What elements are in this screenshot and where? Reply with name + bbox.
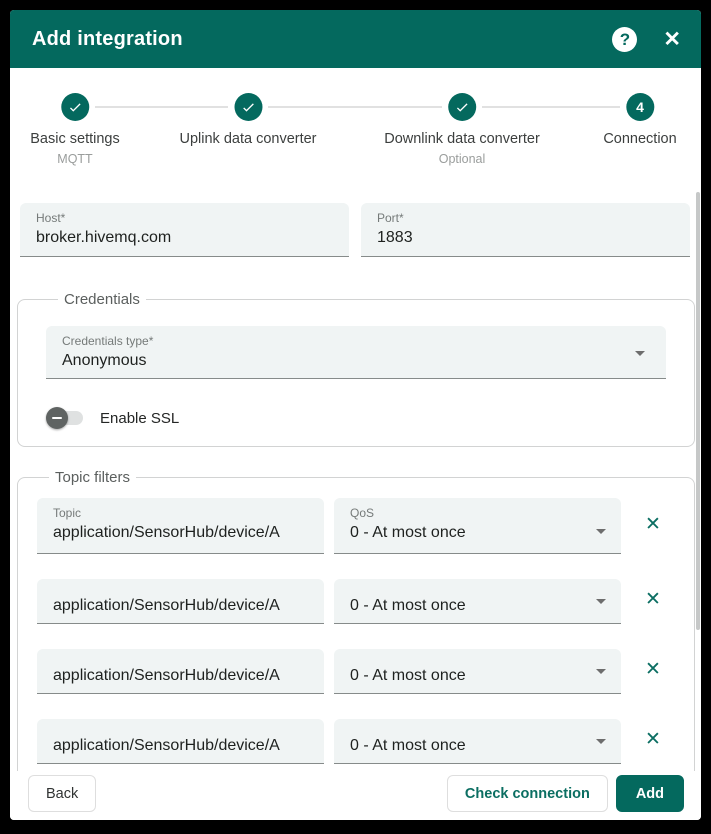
topic-filter-row: application/SensorHub/device/A 0 - At mo…	[37, 649, 675, 694]
chevron-down-icon	[596, 739, 606, 744]
topic-input[interactable]: application/SensorHub/device/A	[37, 719, 324, 764]
step-label: Connection	[603, 131, 677, 147]
host-label: Host*	[36, 211, 66, 225]
host-value: broker.hivemq.com	[36, 229, 172, 246]
topic-value: application/SensorHub/device/A	[53, 524, 280, 541]
step-label: Uplink data converter	[179, 131, 317, 147]
enable-ssl-row: Enable SSL	[46, 406, 666, 430]
chevron-down-icon	[596, 529, 606, 534]
qos-select[interactable]: 0 - At most once	[334, 719, 621, 764]
topic-label: Topic	[53, 506, 82, 520]
topic-input[interactable]: application/SensorHub/device/A	[37, 579, 324, 624]
port-value: 1883	[377, 229, 413, 246]
check-connection-button[interactable]: Check connection	[446, 775, 608, 812]
port-input[interactable]: Port* 1883	[361, 203, 690, 257]
stepper: Basic settings MQTT Uplink data converte…	[10, 68, 701, 190]
step-connection: 4 Connection	[603, 93, 677, 166]
port-label: Port*	[377, 211, 404, 225]
topic-filter-row: application/SensorHub/device/A 0 - At mo…	[37, 579, 675, 624]
credentials-type-value: Anonymous	[62, 352, 147, 369]
qos-value: 0 - At most once	[350, 667, 466, 684]
step-basic-settings: Basic settings MQTT	[30, 93, 120, 166]
topic-value: application/SensorHub/device/A	[53, 597, 280, 614]
add-button[interactable]: Add	[615, 775, 684, 812]
topic-filter-row: application/SensorHub/device/A 0 - At mo…	[37, 719, 675, 764]
vertical-scrollbar[interactable]	[696, 192, 700, 630]
chevron-down-icon	[596, 669, 606, 674]
toggle-knob-off-icon	[46, 407, 68, 429]
header-icons: ? ✕	[612, 26, 681, 52]
add-integration-dialog: Add integration ? ✕ Basic settings MQTT	[10, 10, 701, 820]
step-sublabel	[179, 152, 316, 166]
topic-value: application/SensorHub/device/A	[53, 737, 280, 754]
step-done-check-icon[interactable]	[233, 93, 262, 121]
topic-input[interactable]: application/SensorHub/device/A	[37, 649, 324, 694]
credentials-legend: Credentials	[64, 291, 140, 308]
qos-value: 0 - At most once	[350, 737, 466, 754]
host-port-row: Host* broker.hivemq.com Port* 1883	[20, 203, 690, 257]
dialog-title: Add integration	[32, 27, 183, 50]
step-number: 4	[636, 99, 644, 115]
qos-select[interactable]: 0 - At most once	[334, 649, 621, 694]
dialog-content: Host* broker.hivemq.com Port* 1883 Crede…	[10, 190, 701, 771]
remove-topic-filter-button[interactable]: ✕	[631, 658, 675, 685]
step-label: Basic settings	[30, 131, 120, 147]
step-done-check-icon[interactable]	[448, 93, 476, 121]
qos-select[interactable]: QoS 0 - At most once	[334, 498, 621, 554]
qos-label: QoS	[350, 506, 375, 520]
screenshot-frame: Add integration ? ✕ Basic settings MQTT	[0, 0, 711, 834]
remove-topic-filter-button[interactable]: ✕	[631, 728, 675, 755]
dialog-footer: Back Check connection Add	[10, 771, 701, 820]
step-sublabel	[603, 152, 676, 166]
step-done-check-icon[interactable]	[61, 93, 89, 121]
help-icon[interactable]: ?	[612, 26, 638, 52]
chevron-down-icon	[635, 351, 645, 356]
remove-topic-filter-button[interactable]: ✕	[631, 513, 675, 540]
topic-value: application/SensorHub/device/A	[53, 667, 280, 684]
enable-ssl-toggle[interactable]	[46, 407, 83, 429]
qos-value: 0 - At most once	[350, 524, 466, 541]
dialog-header: Add integration ? ✕	[10, 10, 701, 68]
step-sublabel: Optional	[438, 152, 486, 166]
minus-icon	[52, 416, 62, 420]
topic-filters-legend: Topic filters	[55, 469, 131, 486]
enable-ssl-label: Enable SSL	[100, 409, 180, 427]
step-sublabel: MQTT	[57, 152, 93, 166]
host-input[interactable]: Host* broker.hivemq.com	[20, 203, 349, 257]
close-icon[interactable]: ✕	[663, 29, 681, 50]
step-downlink-converter: Downlink data converter Optional	[384, 93, 540, 166]
topic-filters-fieldset: Topic filters Topic application/SensorHu…	[17, 469, 695, 771]
back-button[interactable]: Back	[28, 775, 97, 812]
qos-value: 0 - At most once	[350, 597, 466, 614]
step-label: Downlink data converter	[384, 131, 540, 147]
topic-filter-row: Topic application/SensorHub/device/A QoS…	[37, 498, 675, 554]
credentials-type-label: Credentials type*	[62, 334, 154, 348]
credentials-fieldset: Credentials Credentials type* Anonymous …	[17, 291, 695, 447]
chevron-down-icon	[596, 599, 606, 604]
credentials-type-select[interactable]: Credentials type* Anonymous	[46, 326, 666, 379]
step-uplink-converter: Uplink data converter	[179, 93, 317, 166]
step-number-badge[interactable]: 4	[625, 93, 654, 121]
remove-topic-filter-button[interactable]: ✕	[631, 588, 675, 615]
qos-select[interactable]: 0 - At most once	[334, 579, 621, 624]
topic-input[interactable]: Topic application/SensorHub/device/A	[37, 498, 324, 554]
